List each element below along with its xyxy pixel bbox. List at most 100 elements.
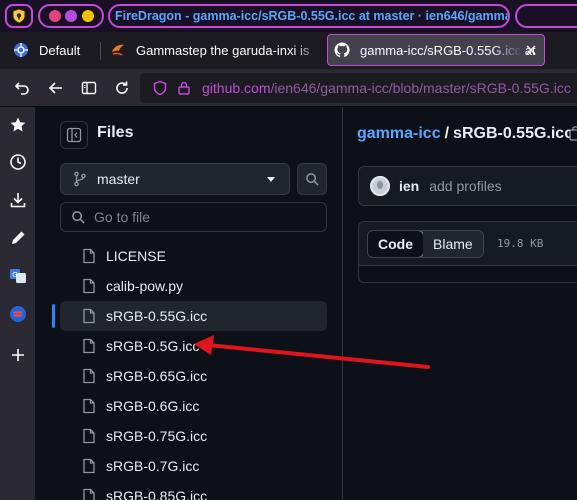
firefox-account-icon [13,42,29,58]
tracking-protection-shield-icon[interactable] [152,80,168,96]
add-sidebar-panel-button[interactable] [0,343,35,367]
file-tree-item[interactable]: sRGB-0.6G.icc [60,391,327,421]
window-controls [38,4,104,28]
tab-close-icon[interactable] [524,43,538,57]
sidebar-collapse-icon [66,127,82,143]
breadcrumb-separator: / [444,125,450,142]
sidebar-icon [81,81,97,95]
history-button[interactable] [0,150,35,174]
tab-github-active[interactable]: gamma-icc/sRGB-0.55G.icc at [327,34,545,66]
shield-menu-button[interactable] [5,4,33,28]
file-list: LICENSE calib-pow.py sRGB-0.55G.icc sRGB-0.… [52,241,327,500]
url-bar[interactable]: github.com/ien646/gamma-icc/blob/master/… [140,73,577,103]
breadcrumb: gamma-icc / sRGB-0.55G.icc [357,125,573,143]
blame-tab-button[interactable]: Blame [423,231,483,257]
translate-button[interactable]: G [0,264,35,288]
download-icon [10,193,25,208]
file-tree-item[interactable]: calib-pow.py [60,271,327,301]
tab-bar: Default Gammastep the garuda-inxi is gam… [0,32,577,69]
reload-icon [116,81,128,94]
breadcrumb-file-name: sRGB-0.55G.icc [453,125,574,142]
file-icon [82,338,96,354]
file-icon [82,458,96,474]
reload-button[interactable] [110,69,134,107]
files-heading: Files [97,124,134,141]
tab-gammastep[interactable]: Gammastep the garuda-inxi is [110,34,323,66]
go-to-file-input[interactable] [94,209,314,225]
plus-icon [11,349,24,361]
tab-default[interactable]: Default [10,34,105,66]
undo-icon [14,82,29,95]
file-tree-item[interactable]: sRGB-0.7G.icc [60,451,327,481]
browser-sidebar-strip: G [0,107,35,500]
title-extra-pill [515,4,577,28]
search-files-button[interactable] [297,163,327,195]
file-tree-item[interactable]: sRGB-0.55G.icc [52,301,327,331]
file-icon [82,398,96,414]
file-tree-item[interactable]: sRGB-0.75G.icc [60,421,327,451]
back-arrow-icon [48,82,62,94]
browser-window: FireDragon - gamma-icc/sRGB-0.55G.icc at… [0,0,577,500]
file-tree-item[interactable]: sRGB-0.85G.icc [60,481,327,500]
window-title-bar: FireDragon - gamma-icc/sRGB-0.55G.icc at… [108,4,510,28]
page-lock-icon[interactable] [176,80,192,96]
avatar[interactable] [370,176,390,196]
file-tree-item[interactable]: sRGB-0.65G.icc [60,361,327,391]
code-tab-button[interactable]: Code [367,231,424,257]
minimize-window-button[interactable] [65,10,77,22]
tab-label: Gammastep the garuda-inxi is [136,42,310,58]
commit-author[interactable]: ien [399,178,419,194]
file-name: sRGB-0.7G.icc [106,458,200,474]
undo-close-tab-button[interactable] [10,69,34,107]
file-name: sRGB-0.5G.icc [106,338,200,354]
file-icon [82,368,96,384]
url-text[interactable]: github.com/ien646/gamma-icc/blob/master/… [202,80,571,96]
commit-message[interactable]: add profiles [429,178,501,194]
bookmarks-button[interactable] [0,113,35,137]
maximize-window-button[interactable] [81,10,94,22]
breadcrumb-repo-link[interactable]: gamma-icc [357,125,441,142]
file-icon [82,278,96,294]
file-icon [82,428,96,444]
file-tree-item[interactable]: sRGB-0.5G.icc [60,331,327,361]
close-window-button[interactable] [48,10,61,22]
tab-fade [293,34,323,66]
file-content-box: Code Blame 19.8 KB [358,221,577,283]
go-to-file-field[interactable] [60,202,327,232]
window-title: FireDragon - gamma-icc/sRGB-0.55G.icc at… [115,9,510,23]
git-branch-icon [74,171,86,187]
chevron-down-icon [267,177,275,182]
file-size: 19.8 KB [497,237,544,250]
search-icon [72,210,85,224]
file-name: sRGB-0.65G.icc [106,368,208,384]
file-icon [82,488,96,500]
file-view: gamma-icc / sRGB-0.55G.icc ien add profile… [343,107,577,500]
pencil-icon [11,231,24,244]
url-domain: github.com [202,80,271,96]
file-name: sRGB-0.75G.icc [106,428,208,444]
github-icon [334,42,350,58]
collapse-file-tree-button[interactable] [60,121,88,149]
annotate-button[interactable] [0,226,35,250]
file-name: sRGB-0.6G.icc [106,398,200,414]
sidebar-toggle-button[interactable] [77,69,101,107]
translate-icon: G [9,269,26,283]
app-circle-icon [9,306,26,322]
star-icon [10,117,25,132]
branch-selector[interactable]: master [60,163,290,195]
branch-name: master [97,171,140,187]
copy-path-icon[interactable] [569,126,577,146]
file-name: sRGB-0.85G.icc [106,488,208,500]
app-launcher-button[interactable] [0,302,35,326]
file-icon [82,308,96,324]
back-button[interactable] [44,69,68,107]
search-icon [305,172,319,186]
file-tree-item[interactable]: LICENSE [60,241,327,271]
tab-label: Default [39,42,81,58]
garuda-forum-icon [110,42,126,58]
file-name: calib-pow.py [106,278,184,294]
window-titlebar: FireDragon - gamma-icc/sRGB-0.55G.icc at… [0,0,577,32]
latest-commit-box: ien add profiles [358,166,577,206]
url-path: /ien646/gamma-icc/blob/master/sRGB-0.55G… [270,80,571,96]
downloads-button[interactable] [0,188,35,212]
